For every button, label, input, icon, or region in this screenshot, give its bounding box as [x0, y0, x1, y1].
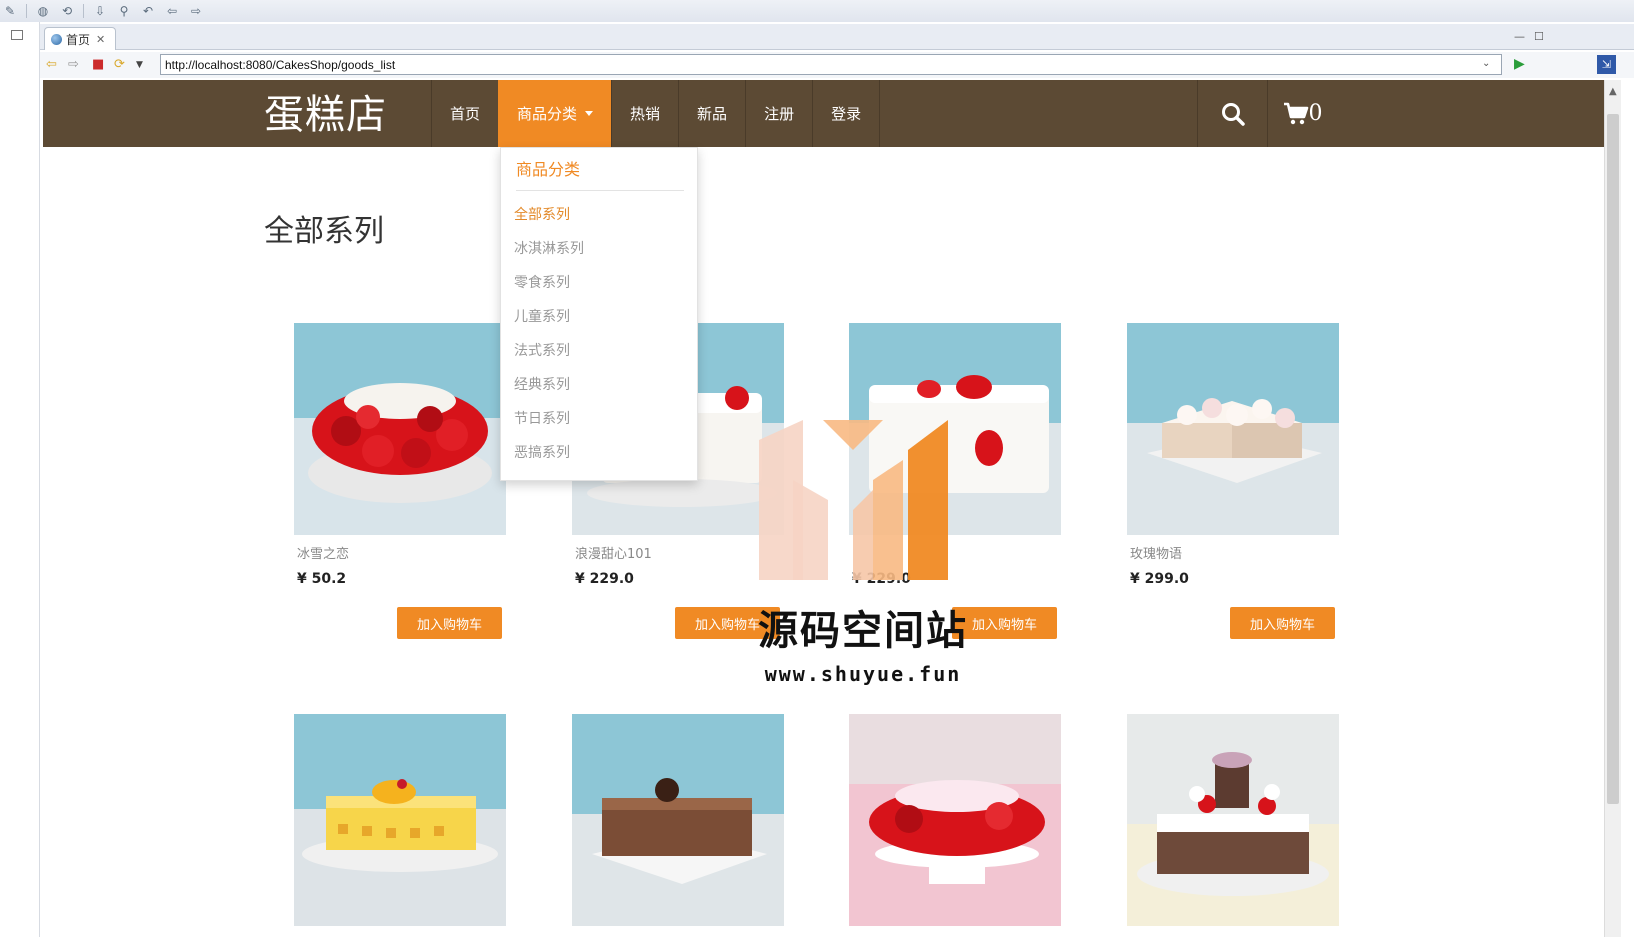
- nav-label: 注册: [764, 105, 795, 123]
- caret-down-icon: [585, 111, 594, 116]
- add-to-cart-button[interactable]: 加入购物车: [952, 607, 1057, 639]
- product-name[interactable]: 浪漫甜心101: [575, 543, 652, 562]
- nav-label: 商品分类: [517, 105, 578, 123]
- dropdown-item-french[interactable]: 法式系列: [514, 340, 570, 360]
- separator: [83, 4, 84, 18]
- minimize-icon[interactable]: —: [1514, 30, 1525, 43]
- ide-toolbar: ✎ ◍ ⟲ ⇩ ⚲ ↶ ⇦ ⇨: [0, 0, 1634, 22]
- url-input[interactable]: http://localhost:8080/CakesShop/goods_li…: [160, 54, 1502, 75]
- search-icon: [1221, 102, 1245, 126]
- wand-icon[interactable]: ✎: [2, 3, 18, 19]
- product-name[interactable]: 冰雪之恋: [297, 543, 349, 562]
- nav-item-login[interactable]: 登录: [812, 80, 881, 147]
- product-name[interactable]: 玫瑰物语: [1130, 543, 1182, 562]
- download-icon[interactable]: ⇩: [92, 3, 108, 19]
- product-price: ¥ 229.0: [575, 571, 634, 587]
- url-dropdown-icon[interactable]: ⌄: [1482, 58, 1490, 69]
- forward-arrow-icon[interactable]: ⇨: [188, 3, 204, 19]
- product-image[interactable]: [572, 714, 784, 926]
- product-image[interactable]: [294, 323, 506, 535]
- cart-button[interactable]: 0: [1267, 80, 1337, 147]
- close-icon[interactable]: ✕: [96, 33, 105, 46]
- dropdown-item-kids[interactable]: 儿童系列: [514, 306, 570, 326]
- nav-item-register[interactable]: 注册: [745, 80, 812, 147]
- product-price: ¥ 50.2: [297, 571, 347, 587]
- chevron-down-icon[interactable]: ▼: [136, 60, 143, 70]
- dropdown-item-classic[interactable]: 经典系列: [514, 374, 570, 394]
- product-price: ¥ 229.0: [852, 571, 911, 587]
- product-image[interactable]: [1127, 714, 1339, 926]
- nav-label: 新品: [697, 105, 728, 123]
- dropdown-item-all[interactable]: 全部系列: [514, 204, 570, 224]
- globe-icon[interactable]: ◍: [35, 3, 51, 19]
- nav-menu: 首页 商品分类 热销 新品 注册 登录: [431, 80, 881, 147]
- add-to-cart-button[interactable]: 加入购物车: [675, 607, 780, 639]
- site-navbar: 蛋糕店 首页 商品分类 热销 新品 注册 登录 0: [43, 80, 1604, 147]
- nav-right: 0: [1197, 80, 1337, 147]
- globe-icon: [51, 33, 62, 45]
- forward-icon[interactable]: ⇨: [68, 57, 79, 72]
- vertical-scrollbar[interactable]: ▲: [1604, 80, 1621, 937]
- tab-label: 首页: [66, 32, 91, 47]
- editor-tabbar: 首页 ✕ — ☐: [40, 24, 1634, 50]
- tab-home[interactable]: 首页 ✕: [44, 27, 116, 50]
- go-icon[interactable]: ▶: [1514, 56, 1525, 72]
- refactor-icon[interactable]: ⟲: [59, 3, 75, 19]
- left-gutter: [0, 22, 40, 937]
- page-viewport: 蛋糕店 首页 商品分类 热销 新品 注册 登录 0 全部系列 商品分类 全部系列…: [43, 80, 1604, 937]
- product-image[interactable]: [294, 714, 506, 926]
- product-image[interactable]: [849, 323, 1061, 535]
- nav-item-hot[interactable]: 热销: [611, 80, 678, 147]
- search-button[interactable]: [1197, 80, 1267, 147]
- nav-label: 热销: [630, 105, 661, 123]
- scroll-up-icon[interactable]: ▲: [1609, 86, 1617, 97]
- restore-view-icon[interactable]: [11, 30, 23, 40]
- maximize-icon[interactable]: ☐: [1534, 30, 1544, 43]
- product-image[interactable]: [1127, 323, 1339, 535]
- watermark-url: www.shuyue.fun: [764, 662, 962, 686]
- refresh-icon[interactable]: ⟳: [114, 57, 125, 72]
- separator: [26, 4, 27, 18]
- open-external-icon[interactable]: ⇲: [1597, 55, 1616, 74]
- category-dropdown: 商品分类 全部系列 冰淇淋系列 零食系列 儿童系列 法式系列 经典系列 节日系列…: [500, 147, 698, 481]
- cart-icon: [1283, 102, 1308, 124]
- nav-item-categories[interactable]: 商品分类: [498, 80, 612, 147]
- browser-addressbar: ⇦ ⇨ ■ ⟳ ▼ http://localhost:8080/CakesSho…: [40, 52, 1634, 78]
- add-to-cart-button[interactable]: 加入购物车: [397, 607, 502, 639]
- site-brand[interactable]: 蛋糕店: [264, 82, 387, 140]
- nav-item-new[interactable]: 新品: [678, 80, 745, 147]
- add-to-cart-button[interactable]: 加入购物车: [1230, 607, 1335, 639]
- nav-label: 登录: [831, 105, 862, 123]
- cart-count: 0: [1308, 101, 1323, 126]
- scroll-thumb[interactable]: [1607, 114, 1619, 804]
- nav-label: 首页: [450, 105, 481, 123]
- back-arrow-icon[interactable]: ⇦: [164, 3, 180, 19]
- dropdown-item-snack[interactable]: 零食系列: [514, 272, 570, 292]
- dropdown-item-funny[interactable]: 恶搞系列: [514, 442, 570, 462]
- history-back-icon[interactable]: ↶: [140, 3, 156, 19]
- pin-icon[interactable]: ⚲: [116, 3, 132, 19]
- section-title: 全部系列: [264, 214, 384, 249]
- dropdown-header: 商品分类: [516, 156, 684, 191]
- stop-icon[interactable]: ■: [92, 57, 104, 72]
- dropdown-item-holiday[interactable]: 节日系列: [514, 408, 570, 428]
- product-price: ¥ 299.0: [1130, 571, 1189, 587]
- back-icon[interactable]: ⇦: [46, 57, 57, 72]
- nav-item-home[interactable]: 首页: [431, 80, 498, 147]
- dropdown-item-icecream[interactable]: 冰淇淋系列: [514, 238, 584, 258]
- product-image[interactable]: [849, 714, 1061, 926]
